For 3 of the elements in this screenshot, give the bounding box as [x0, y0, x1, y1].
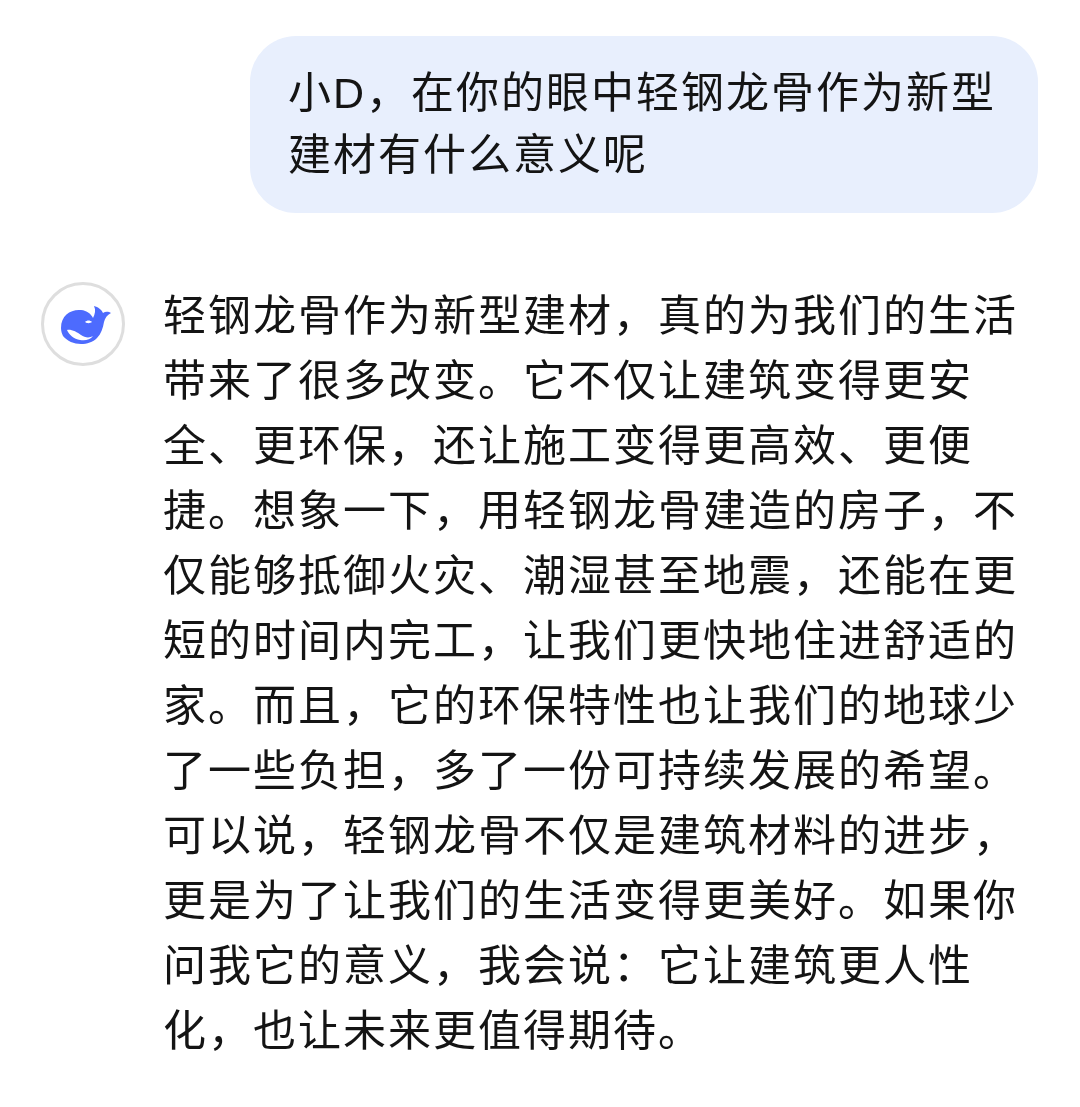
whale-avatar-icon: [41, 282, 125, 366]
assistant-message-text: 轻钢龙骨作为新型建材，真的为我们的生活带来了很多改变。它不仅让建筑变得更安全、更环保，还让施工变得更高效、更便捷。想象一下，用轻钢龙骨建造的房子，不仅能够抵御火灾、潮湿甚至地震，还能在更短的时间内完工，让我们更快地住进舒适的家。而且，它的环保特性也让我们的地球少了一些负担，多了一份可持续发展的希望。可以说，轻钢龙骨不仅是建筑材料的进步，更是为了让我们的生活变得更美好。如果你问我它的意义，我会说：它让建筑更人性化，也让未来更值得期待。: [163, 291, 1019, 1057]
user-message-text: 小D，在你的眼中轻钢龙骨作为新型建材有什么意义呢: [288, 68, 998, 181]
